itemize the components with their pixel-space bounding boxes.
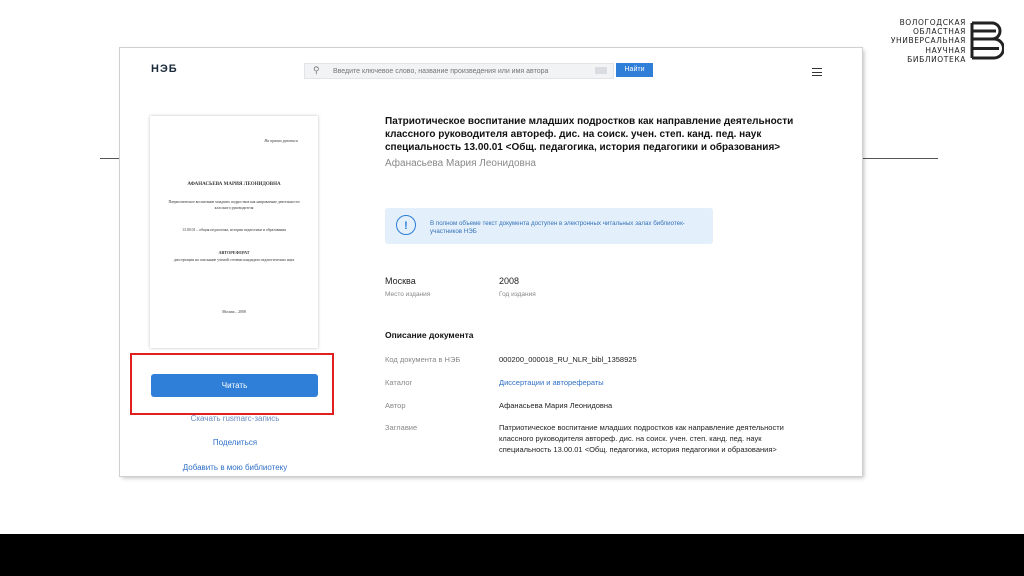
neb-website-screenshot: НЭБ ⚲ Найти На правах рукописи АФАНАСЬЕВ…: [120, 48, 862, 476]
search-button[interactable]: Найти: [616, 63, 653, 77]
library-book-icon: [970, 21, 1004, 60]
place-label: Место издания: [385, 291, 431, 298]
row-value-title: Патриотическое воспитание младших подрос…: [499, 423, 784, 454]
row-label-catalog: Каталог: [385, 378, 413, 387]
library-name: ВОЛОГОДСКАЯ ОБЛАСТНАЯ УНИВЕРСАЛЬНАЯ НАУЧ…: [890, 18, 966, 64]
document-title: Патриотическое воспитание младших подрос…: [385, 116, 794, 153]
document-cover-thumbnail[interactable]: На правах рукописи АФАНАСЬЕВА МАРИЯ ЛЕОН…: [150, 116, 318, 348]
site-header: НЭБ ⚲ Найти: [120, 48, 862, 94]
row-label-author: Автор: [385, 401, 406, 410]
document-author[interactable]: Афанасьева Мария Леонидовна: [385, 158, 536, 169]
presentation-slide: ВОЛОГОДСКАЯ ОБЛАСТНАЯ УНИВЕРСАЛЬНАЯ НАУЧ…: [0, 0, 1024, 534]
row-value-catalog[interactable]: Диссертации и авторефераты: [499, 377, 794, 388]
cover-city-year: Москва – 2008: [222, 310, 246, 314]
cover-degree: диссертации на соискание ученой степени …: [173, 258, 295, 262]
add-to-library-link[interactable]: Добавить в мою библиотеку: [120, 463, 350, 472]
description-heading: Описание документа: [385, 330, 474, 340]
library-logo: ВОЛОГОДСКАЯ ОБЛАСТНАЯ УНИВЕРСАЛЬНАЯ НАУЧ…: [890, 18, 1004, 66]
neb-logo[interactable]: НЭБ: [151, 63, 178, 75]
access-notice: ! В полном объеме текст документа доступ…: [385, 208, 713, 244]
cover-corner-note: На правах рукописи: [264, 138, 298, 143]
search-input[interactable]: [333, 65, 573, 77]
bottom-black-bar: [0, 534, 1024, 576]
cover-specialty: 13.00.01 – общая педагогика, история пед…: [182, 228, 286, 232]
row-label-title: Заглавие: [385, 423, 418, 432]
cover-title: Патриотическое воспитание младших подрос…: [168, 200, 300, 210]
year-label: Год издания: [499, 291, 536, 298]
decorative-line-right: [862, 158, 938, 159]
search-box: ⚲: [304, 63, 614, 79]
notice-text: В полном объеме текст документа доступен…: [430, 220, 685, 235]
row-label-code: Код документа в НЭБ: [385, 355, 461, 364]
cover-abstract-label: АВТОРЕФЕРАТ: [218, 250, 250, 255]
download-rusmarc-link[interactable]: Скачать rusmarc-запись: [120, 414, 350, 423]
year-value: 2008: [499, 276, 520, 286]
keyboard-icon[interactable]: [595, 67, 607, 74]
row-value-author: Афанасьева Мария Леонидовна: [499, 401, 613, 410]
read-button[interactable]: Читать: [151, 374, 318, 397]
search-icon: ⚲: [313, 65, 320, 75]
place-value: Москва: [385, 276, 416, 286]
decorative-line-left: [100, 158, 120, 159]
menu-icon[interactable]: [812, 68, 822, 79]
exclamation-icon: !: [396, 215, 416, 235]
row-value-code: 000200_000018_RU_NLR_bibl_1358925: [499, 355, 637, 364]
share-link[interactable]: Поделиться: [120, 438, 350, 447]
cover-author: АФАНАСЬЕВА МАРИЯ ЛЕОНИДОВНА: [187, 182, 281, 187]
